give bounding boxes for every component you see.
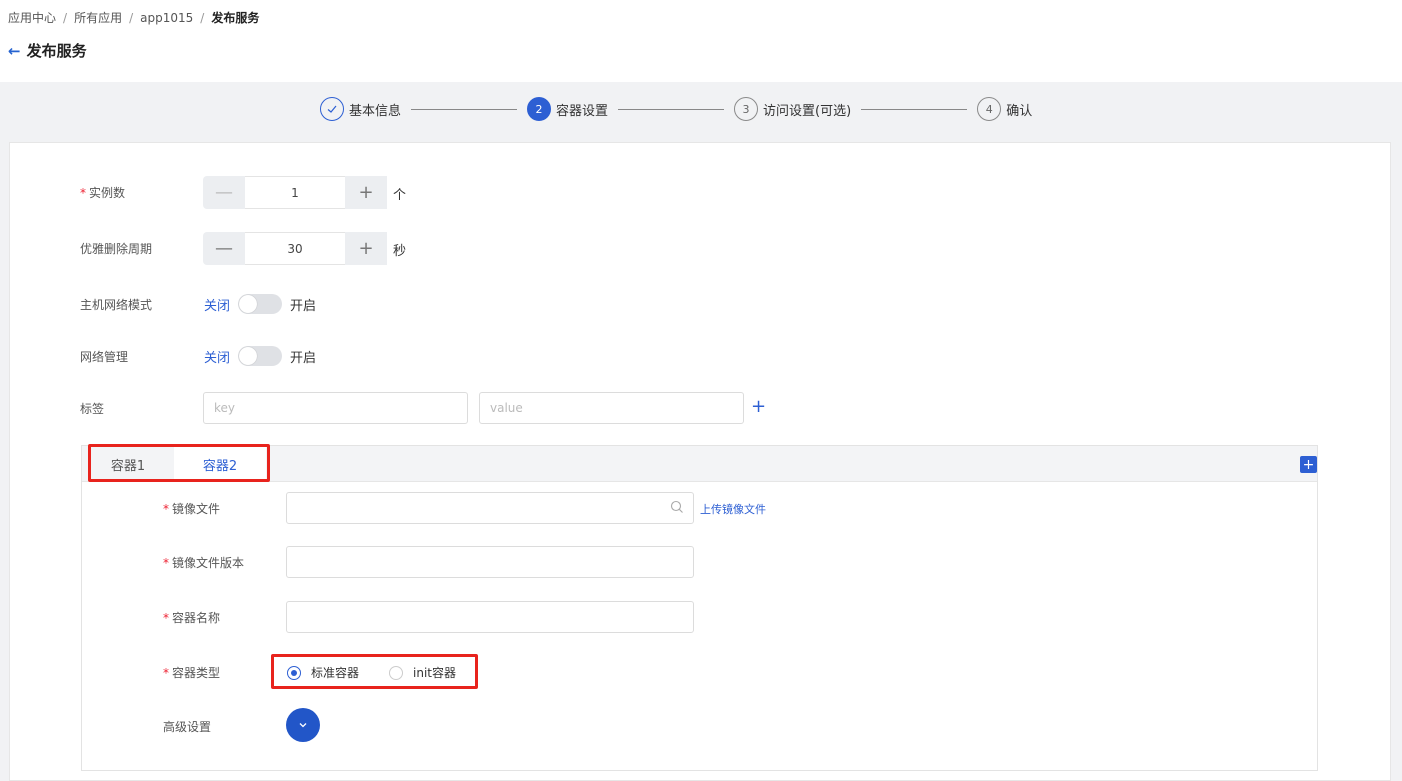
- step-connector: [861, 108, 968, 110]
- image-version-input[interactable]: [286, 546, 694, 578]
- step-number: 4: [977, 97, 1002, 121]
- switch-off-label: 关闭: [204, 298, 231, 314]
- breadcrumb-separator: /: [63, 10, 68, 25]
- advanced-settings-expand-button[interactable]: [286, 708, 320, 742]
- chevron-down-icon: [299, 723, 307, 728]
- instances-label: * 实例数: [80, 186, 126, 200]
- step-label: 容器设置: [556, 103, 609, 119]
- breadcrumb-separator: /: [129, 10, 134, 25]
- step-access-settings[interactable]: 3 访问设置(可选): [734, 97, 851, 121]
- step-label: 访问设置(可选): [763, 103, 852, 119]
- network-mgmt-label: 网络管理: [80, 350, 129, 364]
- check-icon: [320, 97, 344, 121]
- step-basic-info[interactable]: 基本信息: [320, 97, 401, 121]
- highlight-box-tabs: [88, 444, 270, 482]
- page-title-text: 发布服务: [26, 42, 87, 60]
- switch-on-label: 开启: [290, 298, 317, 314]
- add-tag-plus-icon[interactable]: +: [751, 396, 766, 417]
- container-name-input[interactable]: [286, 601, 694, 633]
- breadcrumb-separator: /: [200, 10, 205, 25]
- grace-period-stepper: — 30 +: [203, 232, 387, 265]
- instances-stepper: — 1 +: [203, 176, 387, 209]
- instances-unit: 个: [393, 188, 407, 203]
- breadcrumb: 应用中心 / 所有应用 / app1015 / 发布服务: [8, 9, 259, 26]
- image-version-label: * 镜像文件版本: [163, 556, 245, 570]
- advanced-settings-label: 高级设置: [163, 720, 212, 734]
- instances-value[interactable]: 1: [245, 176, 345, 209]
- grace-period-increment-button[interactable]: +: [345, 232, 387, 265]
- add-container-button[interactable]: +: [1300, 456, 1317, 473]
- breadcrumb-app-center[interactable]: 应用中心: [8, 9, 56, 26]
- breadcrumb-all-apps[interactable]: 所有应用: [74, 9, 122, 26]
- host-network-toggle[interactable]: [238, 294, 283, 314]
- step-connector: [618, 108, 725, 110]
- page-title: ← 发布服务: [8, 40, 87, 61]
- container-config-box: 容器1 容器2 +: [81, 445, 1318, 771]
- step-connector: [411, 108, 518, 110]
- grace-period-decrement-button[interactable]: —: [203, 232, 245, 265]
- back-arrow-icon[interactable]: ←: [8, 42, 21, 60]
- instances-increment-button[interactable]: +: [345, 176, 387, 209]
- tag-value-input[interactable]: [479, 392, 744, 424]
- highlight-box-container-type: [271, 654, 478, 689]
- instances-decrement-button[interactable]: —: [203, 176, 245, 209]
- host-network-switch-row: 关闭 开启: [204, 294, 316, 314]
- switch-on-label: 开启: [290, 350, 317, 366]
- step-indicator: 基本信息 2 容器设置 3 访问设置(可选) 4 确认: [320, 96, 1032, 122]
- tag-key-input[interactable]: [203, 392, 468, 424]
- container-name-label: * 容器名称: [163, 611, 221, 625]
- breadcrumb-app[interactable]: app1015: [140, 11, 193, 25]
- breadcrumb-current: 发布服务: [211, 11, 260, 25]
- host-network-label: 主机网络模式: [80, 298, 153, 312]
- step-label: 基本信息: [349, 103, 402, 119]
- search-icon[interactable]: [670, 500, 684, 518]
- network-mgmt-toggle[interactable]: [238, 346, 283, 366]
- upload-image-link[interactable]: 上传镜像文件: [700, 501, 766, 517]
- grace-period-value[interactable]: 30: [245, 232, 345, 265]
- grace-period-unit: 秒: [393, 244, 407, 259]
- step-container-settings[interactable]: 2 容器设置: [527, 97, 608, 121]
- image-file-input[interactable]: [286, 492, 694, 524]
- image-file-label: * 镜像文件: [163, 502, 221, 516]
- step-number: 2: [527, 97, 552, 121]
- network-mgmt-switch-row: 关闭 开启: [204, 346, 316, 366]
- switch-off-label: 关闭: [204, 350, 231, 366]
- grace-period-label: 优雅删除周期: [80, 242, 153, 256]
- step-confirm[interactable]: 4 确认: [977, 97, 1032, 121]
- step-number: 3: [734, 97, 759, 121]
- container-type-label: * 容器类型: [163, 666, 221, 680]
- tags-label: 标签: [80, 402, 105, 416]
- step-label: 确认: [1006, 103, 1033, 119]
